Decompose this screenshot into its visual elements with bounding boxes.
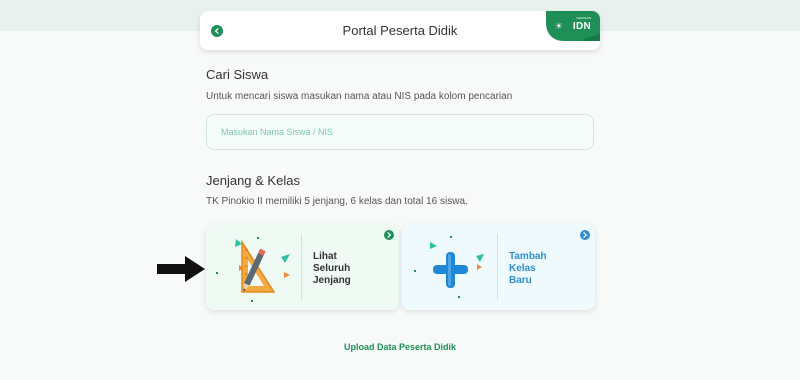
search-section-description: Untuk mencari siswa masukan nama atau NI… [206,91,513,102]
upload-data-link[interactable]: Upload Data Peserta Didik [0,342,800,352]
header-card: Portal Peserta Didik ☀ GERAKAN IDN [200,11,600,50]
page-title: Portal Peserta Didik [342,23,458,38]
idn-logo: ☀ GERAKAN IDN [542,11,600,41]
add-class-label: Tambah Kelas Baru [509,251,589,287]
level-section-description: TK Pinokio II memiliki 5 jenjang, 6 kela… [206,196,468,207]
add-class-card[interactable]: Tambah Kelas Baru [402,224,595,310]
label-line: Baru [509,275,532,286]
label-line: Kelas [509,263,536,274]
logo-small-text: GERAKAN [576,16,591,20]
search-box[interactable] [206,114,594,150]
chevron-right-icon [580,230,590,240]
plus-icon [414,236,484,298]
logo-text: IDN [572,21,591,32]
ruler-pencil-icon [216,237,290,302]
card-divider [301,234,302,300]
view-all-levels-label: Lihat Seluruh Jenjang [313,251,393,287]
search-section-title: Cari Siswa [206,67,269,82]
label-line: Lihat [313,251,337,262]
sun-icon: ☀ [554,21,563,31]
chevron-right-icon [384,230,394,240]
level-section-title: Jenjang & Kelas [206,173,300,188]
label-line: Jenjang [313,275,351,286]
card-divider [497,234,498,300]
label-line: Tambah [509,251,547,262]
search-input[interactable] [221,127,579,137]
pointer-arrow-icon [157,256,205,282]
label-line: Seluruh [313,263,351,274]
view-all-levels-card[interactable]: Lihat Seluruh Jenjang [206,224,399,310]
